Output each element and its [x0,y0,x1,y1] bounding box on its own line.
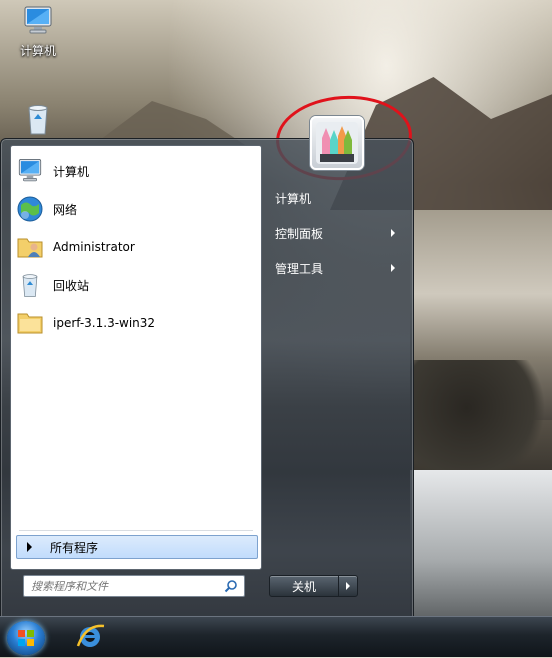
start-menu-left-pane: 计算机 网络 Administrator 回收站 iperf-3.1.3-win… [10,145,262,570]
all-programs-label: 所有程序 [50,540,99,555]
wallpaper-rocks [410,360,552,480]
shutdown-button[interactable]: 关机 [269,575,339,597]
start-menu: 计算机 网络 Administrator 回收站 iperf-3.1.3-win… [0,138,414,620]
chevron-right-icon [391,229,395,237]
folder-icon [15,308,45,338]
crayons-icon [316,122,358,164]
pinned-item-label: 计算机 [53,164,90,179]
right-item-control-panel[interactable]: 控制面板 [275,221,401,245]
desktop-icon-label: 计算机 [19,44,56,58]
pinned-item-recycle-bin[interactable]: 回收站 [15,268,255,302]
all-programs-button[interactable]: 所有程序 [16,535,258,559]
recycle-bin-icon [21,102,55,136]
right-item-computer[interactable]: 计算机 [275,186,401,210]
pinned-item-label: Administrator [53,240,135,254]
right-item-label: 计算机 [275,191,312,206]
desktop-icon-recycle-bin[interactable] [8,102,68,140]
chevron-right-icon [391,264,395,272]
pinned-item-administrator[interactable]: Administrator [15,230,255,264]
search-icon[interactable] [224,579,238,593]
chevron-right-icon [346,582,350,590]
pinned-item-iperf-folder[interactable]: iperf-3.1.3-win32 [15,306,255,340]
pinned-item-label: 回收站 [53,278,90,293]
pinned-item-label: iperf-3.1.3-win32 [53,316,156,330]
right-item-label: 控制面板 [275,226,324,241]
shutdown-label: 关机 [291,579,316,594]
right-item-admin-tools[interactable]: 管理工具 [275,256,401,280]
search-input[interactable] [29,577,223,595]
computer-icon [15,156,45,186]
desktop-icon-computer[interactable]: 计算机 [8,4,68,59]
internet-explorer-icon[interactable] [74,620,106,652]
right-item-label: 管理工具 [275,261,324,276]
start-orb-icon[interactable] [7,621,45,655]
user-picture[interactable] [310,116,364,170]
network-icon [15,194,45,224]
recycle-bin-icon [15,270,45,300]
pinned-item-label: 网络 [53,202,78,217]
triangle-right-icon [27,542,32,552]
wallpaper-ice [410,470,552,620]
user-folder-icon [15,232,45,262]
pinned-item-computer[interactable]: 计算机 [15,154,255,188]
search-box[interactable] [23,575,245,597]
computer-icon [21,4,55,38]
separator [19,530,253,531]
pinned-item-network[interactable]: 网络 [15,192,255,226]
shutdown-options-button[interactable] [338,575,358,597]
